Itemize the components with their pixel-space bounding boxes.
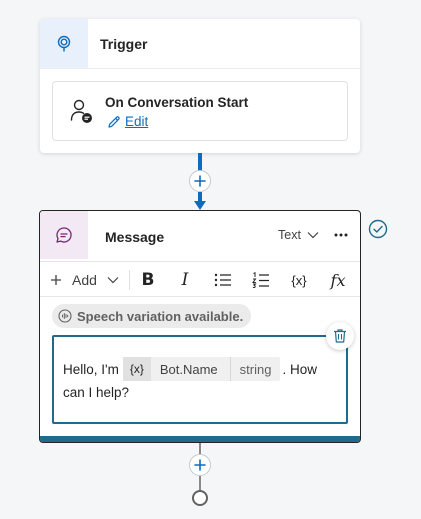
speech-variation-badge[interactable]: Speech variation available. [52, 304, 252, 328]
trigger-event-box[interactable]: On Conversation Start Edit [52, 81, 348, 141]
format-dropdown[interactable]: Text [278, 228, 319, 242]
formula-icon: fx [330, 270, 346, 290]
edit-label: Edit [125, 114, 149, 129]
chat-bubble-icon [40, 211, 88, 259]
italic-button[interactable]: I [173, 262, 197, 298]
trigger-node[interactable]: Trigger On Conversation Start Edit [40, 19, 360, 153]
message-title: Message [105, 229, 165, 245]
bullet-list-button[interactable] [211, 262, 235, 298]
connector-line [198, 153, 202, 171]
chevron-down-icon [307, 232, 319, 239]
trigger-event-name: On Conversation Start [105, 95, 249, 110]
variable-icon: {x} [291, 272, 307, 288]
trigger-title: Trigger [100, 36, 148, 52]
delete-icon [334, 329, 346, 343]
numbered-list-button[interactable] [249, 262, 273, 298]
plus-icon [194, 459, 206, 471]
bold-button[interactable]: B [136, 262, 160, 298]
plus-icon [51, 275, 61, 285]
variable-chip-icon: {x} [122, 357, 151, 381]
formatting-toolbar: Add B I {x} fx [40, 261, 360, 297]
variable-chip-type: string [229, 357, 281, 381]
end-node [192, 490, 208, 506]
delete-button[interactable] [326, 322, 354, 350]
trigger-header: Trigger [40, 19, 360, 69]
checkmark-circle-icon [368, 219, 388, 239]
pencil-icon [108, 115, 120, 128]
insert-variable-button[interactable]: {x} [286, 262, 312, 298]
location-pin-icon [40, 19, 88, 68]
add-node-button[interactable] [189, 170, 211, 192]
message-text-line: Hello, I'm {x} Bot.Name string . How [63, 356, 317, 382]
variable-chip-name: Bot.Name [159, 361, 218, 377]
message-text-before: Hello, I'm [63, 361, 119, 377]
message-node-footer [40, 436, 360, 442]
italic-icon: I [181, 270, 189, 290]
format-dropdown-value: Text [278, 228, 301, 242]
add-node-button[interactable] [189, 454, 211, 476]
toolbar-divider [129, 270, 130, 290]
add-label: Add [72, 272, 97, 288]
message-text-line-2: can I help? [63, 385, 130, 400]
bullet-list-icon [214, 273, 231, 287]
message-text-editor[interactable]: Hello, I'm {x} Bot.Name string . How can… [52, 335, 348, 424]
insert-formula-button[interactable]: fx [325, 262, 351, 298]
more-icon [334, 233, 348, 237]
connector-line [199, 476, 201, 490]
plus-icon [194, 175, 206, 187]
chevron-down-icon [107, 277, 119, 284]
edit-link[interactable]: Edit [107, 114, 148, 129]
person-chat-icon [70, 99, 92, 123]
add-button[interactable]: Add [50, 262, 119, 298]
variable-chip[interactable]: {x} Bot.Name string [122, 357, 281, 381]
speech-icon [58, 309, 72, 323]
bold-icon: B [141, 270, 155, 290]
speech-variation-label: Speech variation available. [77, 308, 244, 324]
numbered-list-icon [252, 272, 269, 288]
message-text-after: . How [282, 361, 317, 377]
more-options-button[interactable] [332, 225, 350, 245]
message-node[interactable]: Message Text Add B I {x} fx Speech varia… [39, 210, 361, 443]
